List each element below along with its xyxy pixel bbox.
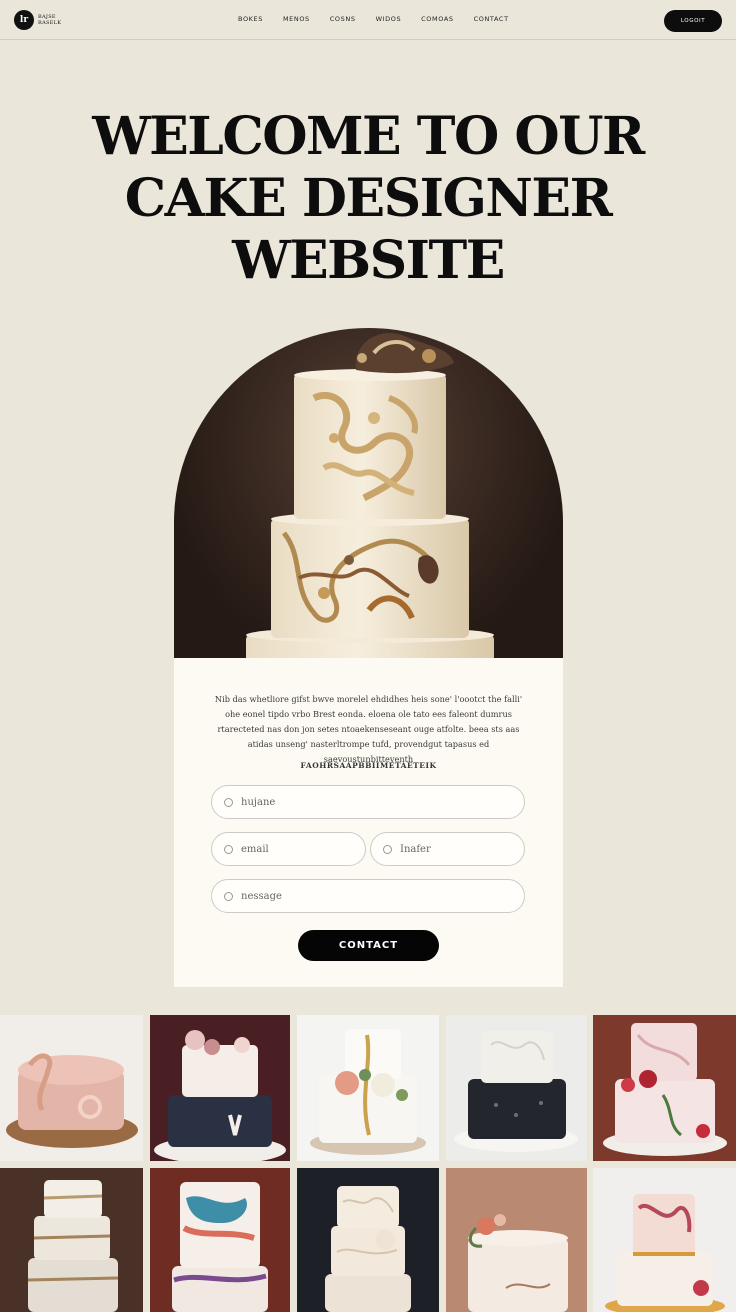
rustic-floral-cake-image [446,1168,587,1312]
nav-link-bokes[interactable]: BOKES [238,15,263,23]
navy-floral-cake-image [154,1030,286,1161]
pink-cake-image [6,1053,138,1148]
black-lace-cake-image [454,1031,578,1152]
gallery-cake-2[interactable] [150,1015,290,1161]
nav-link-widos[interactable]: WIDOS [376,15,402,23]
gallery-cake-8[interactable] [297,1168,439,1312]
ivory-lace-cake-image [325,1186,411,1312]
logo-wordmark: BAJSE RASELK [38,14,62,26]
logo-mark-icon: lr [14,10,34,30]
gallery-cake-4[interactable] [446,1015,587,1161]
gallery-cake-10[interactable] [593,1168,736,1312]
field-radio-icon [383,844,392,854]
field-radio-icon [224,844,233,854]
contact-submit-button[interactable]: CONTACT [298,930,439,961]
message-field-placeholder: nessage [241,890,282,902]
nav-links: BOKES MENOS COSNS WIDOS COMOAS CONTACT [238,15,529,23]
hero-cake-image [174,328,563,658]
nav-link-contact[interactable]: CONTACT [474,15,509,23]
white-floral-cake-image [310,1029,426,1155]
message-field[interactable]: nessage [211,879,525,913]
tiered-cake-illustration [246,333,494,658]
secondary-field-placeholder: Inafer [400,843,431,855]
email-field[interactable]: email [211,832,366,866]
site-logo[interactable]: lr BAJSE RASELK [14,10,64,30]
nav-link-cosns[interactable]: COSNS [330,15,356,23]
name-field-placeholder: hujane [241,796,276,808]
hero-title: WELCOME TO OUR CAKE DESIGNER WEBSITE [92,106,645,291]
name-field[interactable]: hujane [211,785,525,819]
email-field-placeholder: email [241,843,269,855]
marble-rose-cake-image [603,1023,727,1156]
contact-form-card: Nib das whetliore gifst bwve morelel ehd… [174,658,563,987]
gallery-cake-9[interactable] [446,1168,587,1312]
gallery-cake-7[interactable] [150,1168,290,1312]
login-button[interactable]: LOGOIT [664,10,722,32]
secondary-field[interactable]: Inafer [370,832,525,866]
field-radio-icon [224,797,233,807]
watercolor-cake-image [172,1182,268,1312]
gallery-cake-6[interactable] [0,1168,143,1312]
intro-paragraph: Nib das whetliore gifst bwve morelel ehd… [214,694,523,764]
gallery-cake-1[interactable] [0,1015,143,1161]
nav-link-comoas[interactable]: COMOAS [421,15,453,23]
painted-gold-cake-image [605,1194,725,1312]
cream-striped-cake-image [27,1180,119,1312]
nav-link-menos[interactable]: MENOS [283,15,310,23]
field-radio-icon [224,891,233,901]
gallery-cake-5[interactable] [593,1015,736,1161]
gallery-cake-3[interactable] [297,1015,439,1161]
form-heading: FAOHRSAAPBBIIMETAETEIK [300,761,437,770]
top-navigation: lr BAJSE RASELK BOKES MENOS COSNS WIDOS … [0,0,736,40]
